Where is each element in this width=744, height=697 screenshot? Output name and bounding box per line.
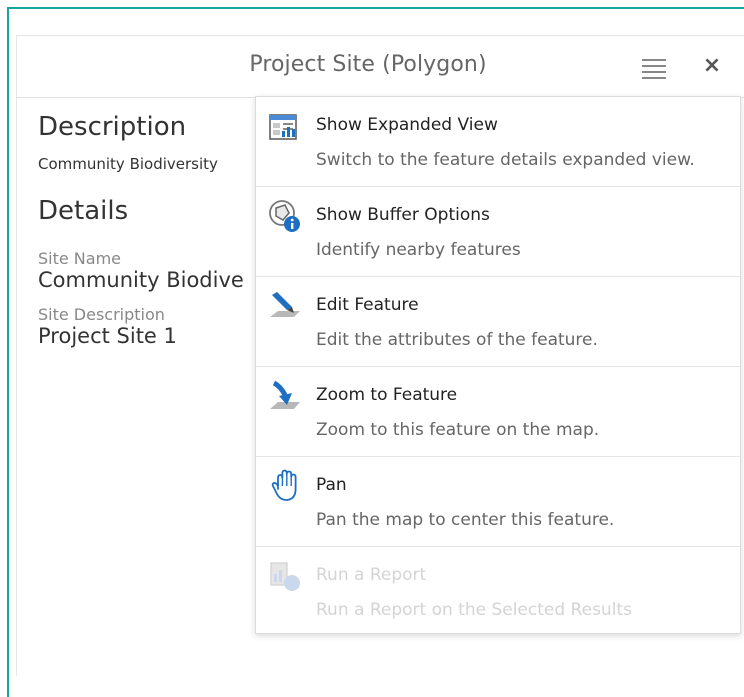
- description-heading: Description: [38, 112, 187, 142]
- menu-item-run-a-report: Run a Report Run a Report on the Selecte…: [256, 547, 740, 637]
- panel-title: Project Site (Polygon): [249, 52, 487, 77]
- menu-item-title: Show Expanded View: [316, 115, 498, 135]
- hamburger-menu-icon[interactable]: [640, 56, 668, 80]
- menu-item-title: Show Buffer Options: [316, 205, 490, 225]
- site-name-value: Community Biodive: [38, 268, 244, 292]
- menu-item-show-expanded-view[interactable]: Show Expanded View Switch to the feature…: [256, 97, 740, 187]
- hand-icon: [268, 469, 302, 503]
- description-text: Community Biodiversity: [38, 155, 218, 173]
- menu-item-subtitle: Pan the map to center this feature.: [316, 510, 615, 530]
- menu-item-title: Pan: [316, 475, 347, 495]
- menu-item-show-buffer-options[interactable]: Show Buffer Options Identify nearby feat…: [256, 187, 740, 277]
- site-description-value: Project Site 1: [38, 324, 177, 348]
- site-name-label: Site Name: [38, 249, 122, 268]
- menu-item-title: Zoom to Feature: [316, 385, 458, 405]
- menu-item-subtitle: Switch to the feature details expanded v…: [316, 150, 695, 170]
- menu-item-subtitle: Run a Report on the Selected Results: [316, 600, 632, 620]
- menu-item-title: Edit Feature: [316, 295, 419, 315]
- site-description-label: Site Description: [38, 305, 165, 324]
- zoom-arrow-icon: [268, 379, 302, 413]
- feature-content: Description Community Biodiversity Detai…: [38, 112, 268, 348]
- edit-pen-icon: [268, 289, 302, 323]
- menu-item-title: Run a Report: [316, 565, 427, 585]
- details-heading: Details: [38, 196, 129, 226]
- menu-item-pan[interactable]: Pan Pan the map to center this feature.: [256, 457, 740, 547]
- menu-item-subtitle: Identify nearby features: [316, 240, 521, 260]
- panel-header: Project Site (Polygon) ×: [16, 36, 744, 98]
- expanded-view-icon: [268, 109, 302, 143]
- buffer-info-icon: [268, 199, 302, 233]
- report-icon: [268, 559, 302, 593]
- menu-item-subtitle: Edit the attributes of the feature.: [316, 330, 598, 350]
- menu-item-zoom-to-feature[interactable]: Zoom to Feature Zoom to this feature on …: [256, 367, 740, 457]
- menu-item-edit-feature[interactable]: Edit Feature Edit the attributes of the …: [256, 277, 740, 367]
- menu-item-subtitle: Zoom to this feature on the map.: [316, 420, 600, 440]
- close-icon[interactable]: ×: [700, 52, 724, 80]
- actions-menu: Show Expanded View Switch to the feature…: [255, 96, 741, 634]
